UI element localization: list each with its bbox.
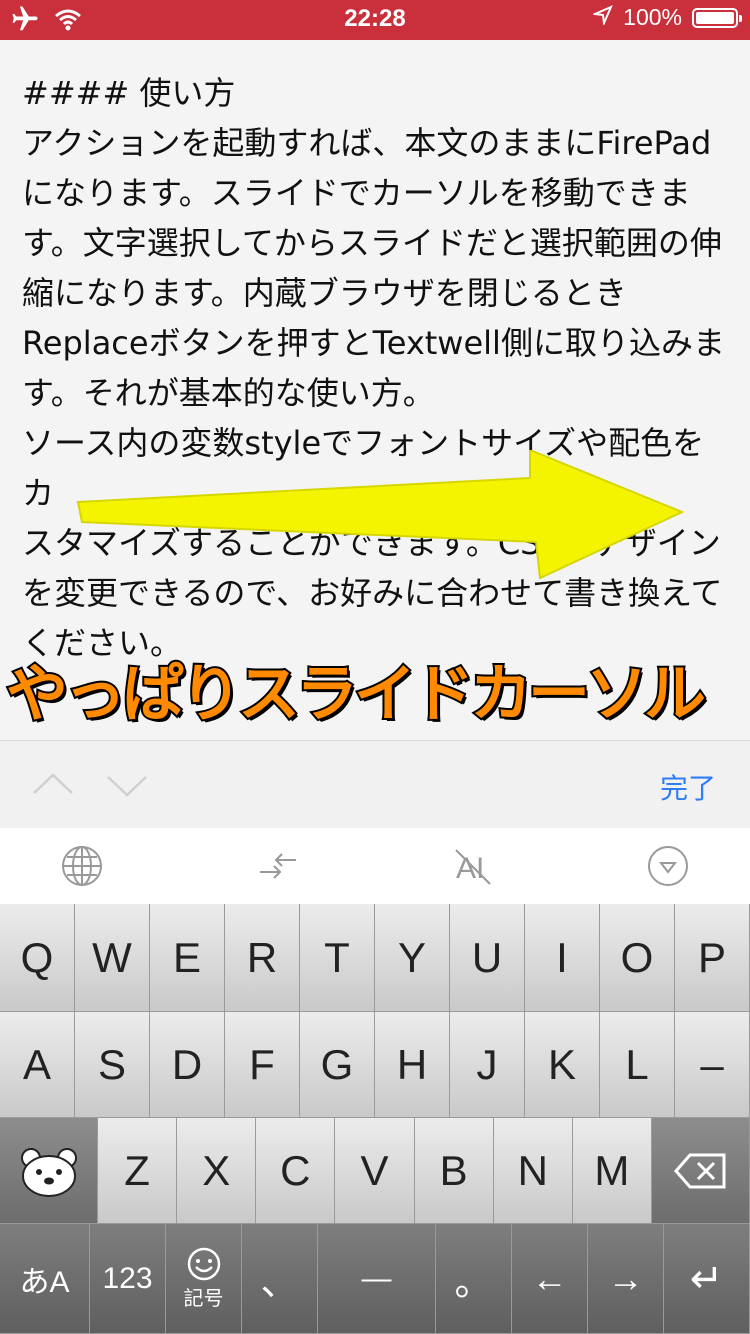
key-e[interactable]: E xyxy=(150,904,225,1012)
numbers-key[interactable]: 123 xyxy=(90,1224,166,1334)
battery-icon xyxy=(692,7,742,28)
key-t[interactable]: T xyxy=(300,904,375,1012)
bear-face-icon xyxy=(20,1147,77,1197)
key-b[interactable]: B xyxy=(414,1118,494,1224)
cursor-right-key[interactable]: → xyxy=(588,1224,664,1334)
key-dash[interactable]: – xyxy=(675,1012,750,1118)
key-x[interactable]: X xyxy=(177,1118,257,1224)
space-key[interactable]: — xyxy=(318,1224,436,1334)
period-key[interactable]: 。 xyxy=(436,1224,512,1334)
keyboard-row-3-letters: ZXCVBNM xyxy=(98,1118,652,1224)
editor-line: #### 使い方 xyxy=(22,74,236,112)
emoji-bear-key[interactable] xyxy=(0,1118,98,1224)
editor-line: す。文字選択してからスライドだと選択範囲の伸 xyxy=(22,224,722,262)
key-p[interactable]: P xyxy=(675,904,750,1012)
editor-line: になります。スライドでカーソルを移動できま xyxy=(22,174,691,212)
kana-toggle-key[interactable]: あA xyxy=(0,1224,90,1334)
key-n[interactable]: N xyxy=(493,1118,573,1224)
keyboard: QWERTYUIOP A S D F G H J K L – ZXCVBNM あA 123 xyxy=(0,904,750,1334)
key-a[interactable]: A xyxy=(0,1012,75,1118)
comma-key[interactable]: 、 xyxy=(242,1224,318,1334)
svg-text:AI: AI xyxy=(456,852,484,885)
key-m[interactable]: M xyxy=(572,1118,652,1224)
key-f[interactable]: F xyxy=(225,1012,300,1118)
yellow-arrow-annotation xyxy=(76,450,685,580)
key-q[interactable]: Q xyxy=(0,904,75,1012)
key-s[interactable]: S xyxy=(75,1012,150,1118)
status-bar: 22:28 100% xyxy=(0,0,750,40)
editor-line: す。それが基本的な使い方。 xyxy=(22,374,435,412)
status-right: 100% xyxy=(591,4,742,31)
key-i[interactable]: I xyxy=(525,904,600,1012)
editor-line: 縮になります。内蔵ブラウザを閉じるとき xyxy=(22,274,627,312)
key-v[interactable]: V xyxy=(335,1118,415,1224)
editor-line: Replaceボタンを押すとTextwell側に取り込みま xyxy=(22,324,725,362)
key-j[interactable]: J xyxy=(450,1012,525,1118)
key-r[interactable]: R xyxy=(225,904,300,1012)
dismiss-keyboard-icon[interactable] xyxy=(646,844,690,888)
key-l[interactable]: L xyxy=(600,1012,675,1118)
chevron-down-icon[interactable] xyxy=(106,763,148,805)
key-u[interactable]: U xyxy=(450,904,525,1012)
backspace-icon xyxy=(673,1153,725,1188)
cursor-left-key[interactable]: ← xyxy=(512,1224,588,1334)
key-c[interactable]: C xyxy=(256,1118,336,1224)
key-h[interactable]: H xyxy=(375,1012,450,1118)
key-d[interactable]: D xyxy=(150,1012,225,1118)
location-arrow-icon xyxy=(591,4,614,31)
key-w[interactable]: W xyxy=(75,904,150,1012)
title-banner: やっぱりスライドカーソル xyxy=(4,655,708,732)
symbol-label: 記号 xyxy=(183,1288,224,1310)
key-z[interactable]: Z xyxy=(98,1118,178,1224)
chevron-up-icon[interactable] xyxy=(32,763,74,805)
keyboard-toolbar: AI xyxy=(0,828,750,905)
keyboard-row-1: QWERTYUIOP xyxy=(0,904,750,1012)
emoji-symbol-key[interactable]: 記号 xyxy=(166,1224,242,1334)
keyboard-row-2: A S D F G H J K L – xyxy=(0,1012,750,1118)
battery-fill xyxy=(696,11,734,24)
keyboard-row-bottom: あA 123 記号 、 — 。 ← → ↵ xyxy=(0,1224,750,1334)
smiley-icon xyxy=(187,1247,220,1281)
return-key[interactable]: ↵ xyxy=(664,1224,750,1334)
key-o[interactable]: O xyxy=(600,904,675,1012)
battery-percent: 100% xyxy=(623,4,682,30)
done-button[interactable]: 完了 xyxy=(660,767,716,807)
key-k[interactable]: K xyxy=(525,1012,600,1118)
keyboard-row-3: ZXCVBNM xyxy=(0,1118,750,1224)
font-off-icon[interactable]: AI xyxy=(452,844,496,888)
globe-icon[interactable] xyxy=(60,844,104,888)
cursor-arrows-icon[interactable] xyxy=(256,844,300,888)
editor-line: アクションを起動すれば、本文のままにFirePad xyxy=(22,124,712,162)
input-accessory-bar: 完了 xyxy=(0,740,750,829)
key-y[interactable]: Y xyxy=(375,904,450,1012)
key-g[interactable]: G xyxy=(300,1012,375,1118)
backspace-key[interactable] xyxy=(652,1118,750,1224)
